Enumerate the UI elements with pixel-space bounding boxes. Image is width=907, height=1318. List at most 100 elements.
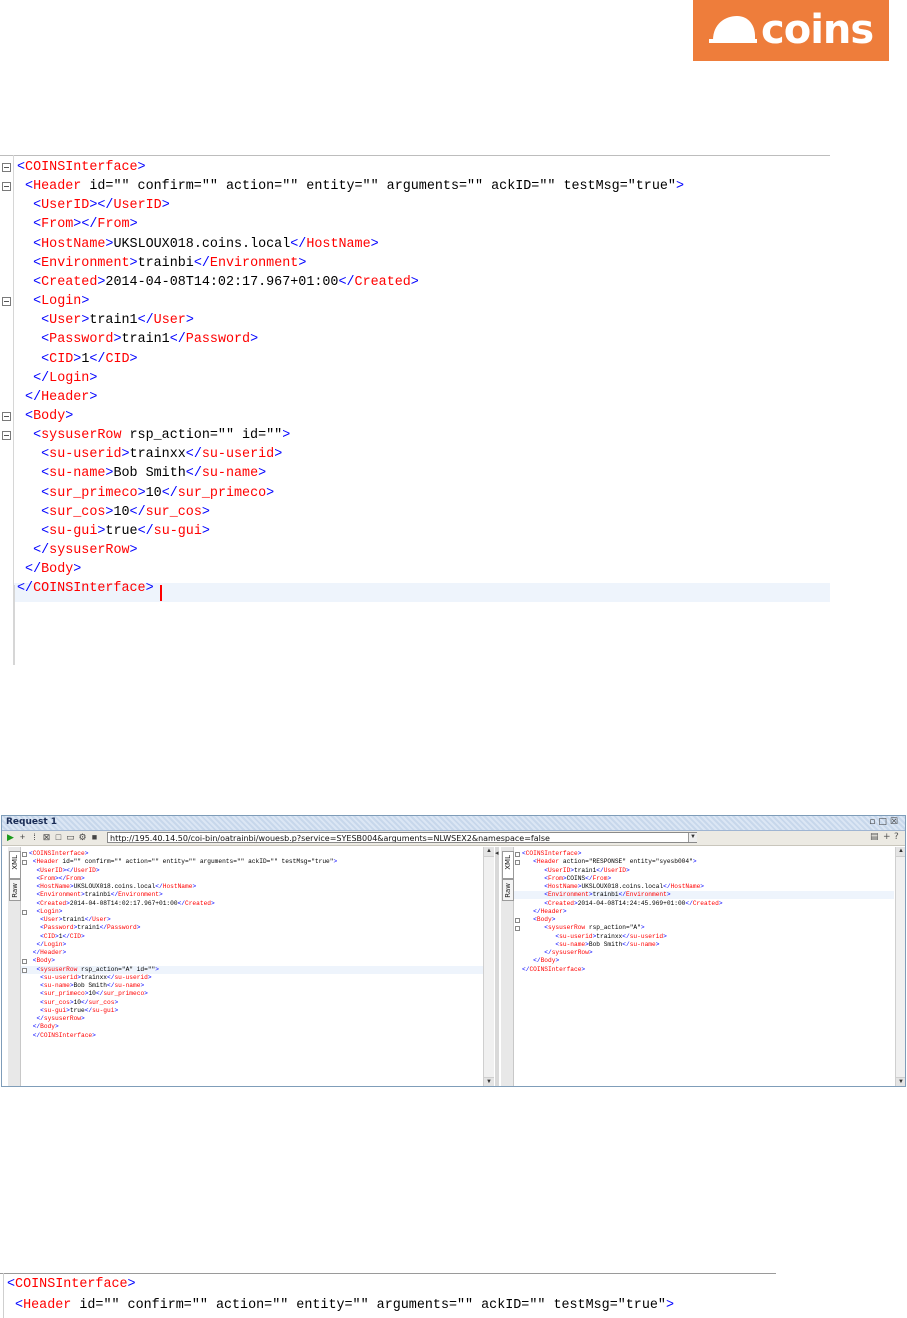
text-caret [160,585,162,601]
signal-icon[interactable]: ▤ [870,832,879,842]
code-line: <Environment>trainbi</Environment> [33,255,307,271]
code-line: <su-name>Bob Smith</su-name> [41,466,267,482]
tab-xml-response[interactable]: XML [502,851,514,879]
code-line: <COINSInterface> [522,850,582,857]
code-line: <From></From> [36,874,85,882]
code-line: <Login> [33,294,90,310]
format-icon[interactable]: ⊠ [42,833,51,842]
code-line: <su-name>Bob Smith</su-name> [40,982,145,989]
fold-toggle-icon[interactable] [22,959,27,965]
request-view-tabs: XML Raw [8,847,21,1086]
code-line: <sur_primeco>10</sur_primeco> [41,485,275,501]
code-line: <Password>train1</Password> [40,924,141,932]
request-toolbar: ▶ + ⁞ ⊠ □ ▭ ⚙ ■ http://195.40.14.50/coi-… [2,831,905,846]
code-line: <Environment>trainbi</Environment> [544,891,671,899]
request-window[interactable]: Request 1 ▫□☒ ▶ + ⁞ ⊠ □ ▭ ⚙ ■ http://195… [1,815,906,1087]
url-dropdown-icon[interactable]: ▼ [688,833,697,842]
code-line: </Body> [533,957,560,965]
close-icon[interactable]: ☒ [890,817,901,827]
response-xml-pane[interactable]: <COINSInterface> <Header action="RESPONS… [514,847,894,1086]
maximize-icon[interactable]: □ [878,817,890,827]
window-title: Request 1 [6,817,58,827]
code-line: <sysuserRow rsp_action="" id=""> [33,428,291,444]
fold-toggle-icon[interactable] [2,411,11,421]
code-line: <COINSInterface> [29,850,89,857]
code-line: </COINSInterface> [32,1031,96,1039]
request-scrollbar[interactable]: ▲ ▼ [483,847,494,1086]
code-line: <Header id="" confirm="" action="" entit… [25,179,685,195]
panel-icon[interactable]: ▭ [66,833,75,842]
code-line: <su-name>Bob Smith</su-name> [555,940,660,948]
stop-icon[interactable]: ■ [90,833,99,842]
code-line: <UserID></UserID> [33,198,170,214]
code-line: <COINSInterface> [17,160,146,175]
code-line: </sysuserRow> [33,543,138,558]
code-line: <Header id="" confirm="" action="" entit… [15,1298,675,1313]
logo-wordmark: coins [761,7,874,53]
settings-icon[interactable]: ⚙ [78,833,87,842]
fold-toggle-icon[interactable] [2,431,11,441]
code-line: <HostName>UKSLOUX018.coins.local</HostNa… [544,883,705,890]
fold-toggle-icon[interactable] [515,918,520,923]
fold-toggle-icon[interactable] [2,182,11,192]
code-line: <CID>1</CID> [41,351,138,367]
code-line: </sysuserRow> [36,1015,85,1022]
window-titlebar: Request 1 ▫□☒ [2,816,905,831]
code-line: <sur_primeco>10</sur_primeco> [40,990,148,998]
response-view-tabs: XML Raw [501,847,514,1086]
code-line: <UserID>train1</UserID> [544,866,630,874]
endpoint-url-input[interactable]: http://195.40.14.50/coi-bin/oatrainbi/wo… [107,832,697,843]
xml-editor-preview[interactable]: <COINSInterface> <Header id="" confirm="… [0,1273,776,1318]
plus-icon[interactable]: + [883,832,891,842]
code-line: </Login> [33,370,98,386]
window-controls[interactable]: ▫□☒ [869,817,901,827]
code-line: </Header> [25,389,98,405]
fold-toggle-icon[interactable] [22,909,27,915]
code-line: <su-gui>true</su-gui> [41,523,210,539]
tab-raw-response[interactable]: Raw [502,879,514,901]
code-line: <Header id="" confirm="" action="" entit… [32,858,338,866]
fold-toggle-icon[interactable] [515,926,520,932]
fold-toggle-icon[interactable] [2,297,11,307]
code-line: <su-userid>trainxx</su-userid> [40,973,152,981]
pane-splitter[interactable]: ◂ [495,847,499,1086]
step-icon[interactable]: ⁞ [30,833,39,842]
code-line: <UserID></UserID> [36,866,100,874]
fold-toggle-icon[interactable] [22,860,27,866]
fold-toggle-icon[interactable] [515,860,520,866]
code-line: <Password>train1</Password> [41,332,259,348]
code-line: <From>COINS</From> [544,874,612,882]
xml-editor[interactable]: <COINSInterface> <Header id="" confirm="… [0,155,830,665]
code-line: <User>train1</User> [40,916,111,923]
code-line: </Header> [533,907,567,915]
fold-toggle-icon[interactable] [22,967,27,973]
code-line: </COINSInterface> [17,581,154,597]
tab-xml-request[interactable]: XML [9,851,21,879]
code-line: <From></From> [33,217,138,233]
response-scrollbar[interactable]: ▲ ▼ [895,847,905,1086]
code-line: <su-userid>trainxx</su-userid> [41,447,283,463]
fold-toggle-icon[interactable] [515,852,520,857]
code-line: <Body> [533,916,556,923]
request-xml-pane[interactable]: <COINSInterface> <Header id="" confirm="… [21,847,483,1086]
code-line: <sysuserRow rsp_action="A" id=""> [36,965,159,973]
code-line: <CID>1</CID> [40,932,85,940]
add-icon[interactable]: + [18,833,27,842]
code-line: <HostName>UKSLOUX018.coins.local</HostNa… [36,883,197,890]
window-icon[interactable]: □ [54,833,63,842]
code-line: <sur_cos>10</sur_cos> [41,504,210,520]
coins-logo: coins [693,0,889,61]
tab-raw-request[interactable]: Raw [9,879,21,901]
help-icon[interactable]: ? [894,832,899,842]
hard-hat-icon [709,16,757,43]
code-line: </Header> [32,949,67,956]
code-line: </Login> [36,940,67,948]
code-line: <Created>2014-04-08T14:02:17.967+01:00</… [33,274,419,290]
code-line: <Header action="RESPONSE" entity="syesb0… [533,858,697,866]
code-line: <Environment>trainbi</Environment> [36,891,163,899]
code-line: <Login> [36,907,63,915]
fold-toggle-icon[interactable] [22,852,27,857]
fold-toggle-icon[interactable] [2,163,11,172]
play-icon[interactable]: ▶ [6,833,15,842]
code-line: </Body> [25,562,82,578]
